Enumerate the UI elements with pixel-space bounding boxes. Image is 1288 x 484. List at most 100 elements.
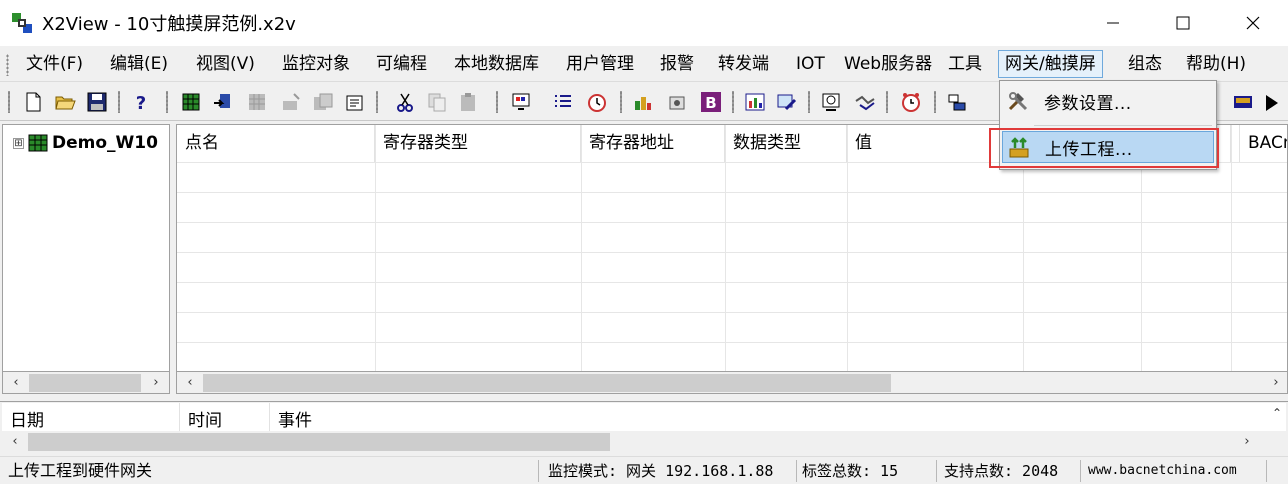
menu-local-database[interactable]: 本地数据库 — [448, 50, 545, 78]
menu-monitor-objects[interactable]: 监控对象 — [276, 50, 356, 78]
open-folder-icon[interactable] — [54, 91, 76, 113]
column-header-8[interactable] — [1231, 125, 1240, 162]
scroll-left-icon[interactable]: ‹ — [7, 374, 25, 392]
grid-icon[interactable] — [180, 91, 202, 113]
menu-view[interactable]: 视图(V) — [190, 50, 261, 78]
column-header-point-name[interactable]: 点名 — [177, 125, 375, 162]
report-icon[interactable] — [820, 91, 842, 113]
menu-gateway-touchscreen[interactable]: 网关/触摸屏 — [998, 50, 1103, 78]
import-icon[interactable] — [212, 91, 234, 113]
scroll-thumb[interactable] — [29, 374, 141, 392]
table-icon[interactable] — [246, 91, 268, 113]
event-log: 日期 时间 事件 — [2, 403, 1286, 431]
horizontal-splitter[interactable] — [0, 396, 1288, 402]
log-column-time[interactable]: 时间 — [180, 403, 270, 431]
menu-programmable[interactable]: 可编程 — [370, 50, 433, 78]
scroll-right-icon[interactable]: › — [1267, 374, 1285, 392]
log-column-date[interactable]: 日期 — [2, 403, 180, 431]
column-header-bacnet[interactable]: BACn — [1240, 125, 1287, 162]
tree-root-label: Demo_W10 — [52, 133, 158, 153]
status-mode: 监控模式: 网关 192.168.1.88 — [548, 462, 774, 480]
grid-horizontal-scrollbar[interactable]: ‹ › — [176, 372, 1288, 394]
upload-project-icon — [1009, 137, 1029, 158]
bold-b-icon[interactable]: B — [700, 91, 722, 113]
menu-web-server[interactable]: Web服务器 — [838, 50, 938, 78]
column-header-value[interactable]: 值 — [847, 125, 1023, 162]
scroll-left-icon[interactable]: ‹ — [6, 433, 24, 451]
column-header-register-type[interactable]: 寄存器类型 — [375, 125, 581, 162]
maximize-icon — [1176, 16, 1190, 30]
status-message: 上传工程到硬件网关 — [8, 461, 153, 480]
menu-item-label: 参数设置... — [1044, 93, 1132, 114]
tree-horizontal-scrollbar[interactable]: ‹ › — [2, 372, 170, 394]
download-icon[interactable] — [632, 91, 654, 113]
minimize-button[interactable] — [1078, 0, 1148, 46]
toolbar-grip — [8, 91, 10, 113]
menu-configuration[interactable]: 组态 — [1122, 50, 1168, 78]
maximize-button[interactable] — [1148, 0, 1218, 46]
menu-file[interactable]: 文件(F) — [20, 50, 89, 78]
scroll-thumb[interactable] — [28, 433, 610, 451]
hammer-wrench-icon — [1008, 92, 1028, 111]
display-icon[interactable] — [1232, 91, 1254, 113]
copy-device-icon[interactable] — [312, 91, 334, 113]
menu-user-management[interactable]: 用户管理 — [560, 50, 640, 78]
arrow-icon[interactable] — [1262, 91, 1284, 113]
menu-separator — [1034, 125, 1212, 126]
gateway-touchscreen-menu: 参数设置... 上传工程... — [999, 80, 1217, 170]
scroll-right-icon[interactable]: › — [147, 374, 165, 392]
handshake-icon[interactable] — [854, 91, 876, 113]
menu-help[interactable]: 帮助(H) — [1180, 50, 1252, 78]
menu-iot[interactable]: IOT — [790, 50, 831, 78]
copy-icon[interactable] — [426, 91, 448, 113]
menu-bar: 文件(F) 编辑(E) 视图(V) 监控对象 可编程 本地数据库 用户管理 报警… — [0, 46, 1288, 82]
device-tree: ⊞ Demo_W10 — [2, 124, 170, 372]
status-tag-count: 标签总数: 15 — [802, 462, 899, 480]
save-icon[interactable] — [86, 91, 108, 113]
log-column-event[interactable]: 事件 — [270, 403, 670, 431]
menu-forwarder[interactable]: 转发端 — [712, 50, 775, 78]
minimize-icon — [1107, 22, 1119, 24]
svg-text:B: B — [705, 94, 716, 112]
close-icon — [1246, 16, 1260, 30]
log-scroll-up-icon[interactable]: ⌃ — [1272, 406, 1282, 420]
svg-text:?: ? — [136, 93, 146, 113]
menu-item-parameter-settings[interactable]: 参数设置... — [1002, 85, 1214, 117]
window-title: X2View - 10寸触摸屏范例.x2v — [42, 14, 296, 35]
column-header-register-address[interactable]: 寄存器地址 — [581, 125, 725, 162]
new-file-icon[interactable] — [22, 91, 44, 113]
log-horizontal-scrollbar[interactable]: ‹ › — [2, 431, 1286, 453]
menu-edit[interactable]: 编辑(E) — [104, 50, 174, 78]
chart-icon[interactable] — [744, 91, 766, 113]
properties-icon[interactable] — [344, 91, 366, 113]
status-website: www.bacnetchina.com — [1088, 463, 1237, 478]
menu-item-label: 上传工程... — [1045, 139, 1133, 160]
status-support-points: 支持点数: 2048 — [944, 462, 1059, 480]
close-button[interactable] — [1218, 0, 1288, 46]
gateway-icon[interactable] — [946, 91, 968, 113]
tree-node-root[interactable]: ⊞ Demo_W10 — [13, 133, 158, 153]
paste-icon[interactable] — [458, 91, 480, 113]
edit-icon[interactable] — [776, 91, 798, 113]
wizard-icon[interactable] — [280, 91, 302, 113]
monitor-icon[interactable] — [510, 91, 532, 113]
expand-icon[interactable]: ⊞ — [13, 137, 24, 149]
status-bar: 上传工程到硬件网关 监控模式: 网关 192.168.1.88 标签总数: 15… — [0, 456, 1288, 484]
column-header-data-type[interactable]: 数据类型 — [725, 125, 847, 162]
cut-icon[interactable] — [394, 91, 416, 113]
scroll-thumb[interactable] — [203, 374, 891, 392]
program-icon[interactable] — [666, 91, 688, 113]
list-icon[interactable] — [552, 91, 574, 113]
help-icon[interactable]: ? — [130, 91, 152, 113]
menu-tools[interactable]: 工具 — [942, 50, 988, 78]
menu-alarm[interactable]: 报警 — [654, 50, 700, 78]
title-bar: X2View - 10寸触摸屏范例.x2v — [0, 0, 1288, 46]
scroll-left-icon[interactable]: ‹ — [181, 374, 199, 392]
alarm-clock-icon[interactable] — [900, 91, 922, 113]
clock-icon[interactable] — [586, 91, 608, 113]
scroll-right-icon[interactable]: › — [1238, 433, 1256, 451]
menubar-grip — [6, 54, 9, 76]
device-grid-icon — [28, 134, 48, 152]
menu-item-upload-project[interactable]: 上传工程... — [1002, 131, 1214, 163]
app-icon — [12, 13, 32, 33]
